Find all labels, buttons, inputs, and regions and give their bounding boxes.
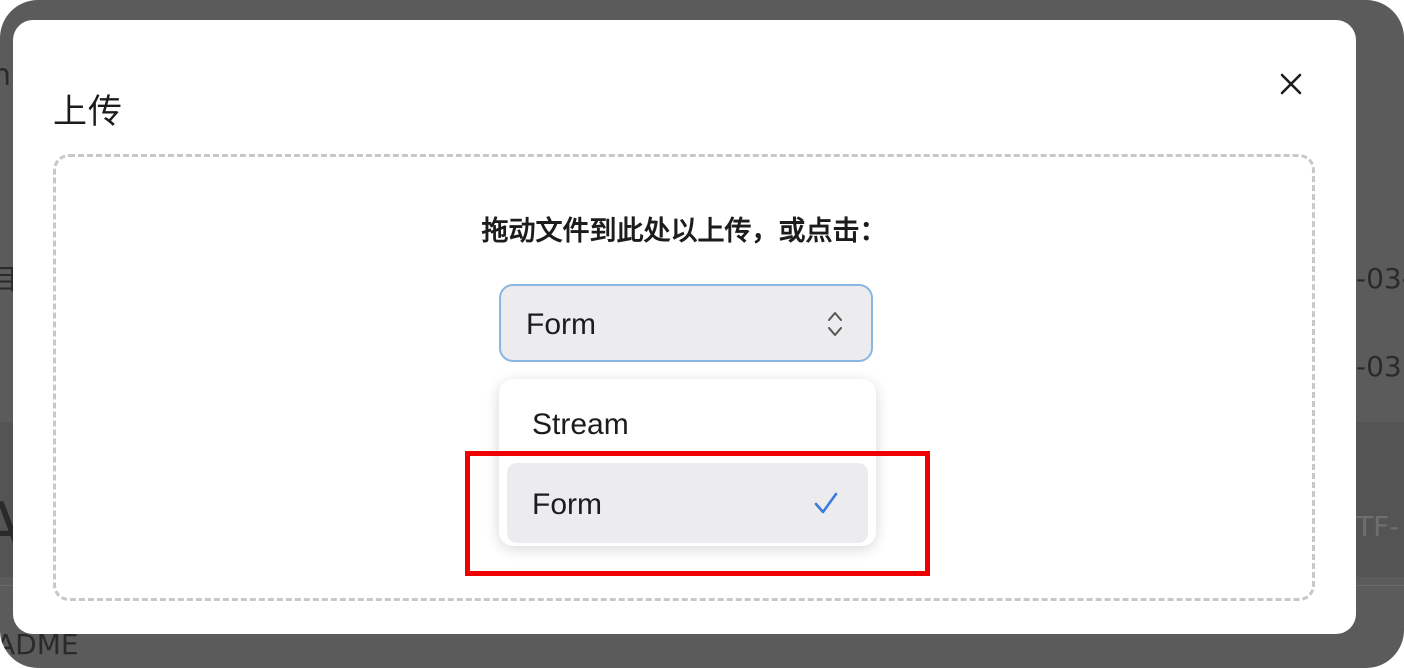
- background-text: TF-: [1356, 510, 1400, 543]
- close-button[interactable]: [1275, 68, 1307, 100]
- select-value: Form: [526, 308, 596, 341]
- screen: n 目 -03- -03 A TF- ADME 上传 拖动文件到此处以上传，或点…: [0, 0, 1404, 668]
- background-text: -03-: [1356, 262, 1404, 295]
- chevron-up-down-icon: [828, 312, 842, 336]
- background-text: n: [0, 58, 12, 93]
- option-label: Stream: [532, 408, 629, 441]
- close-icon: [1280, 73, 1302, 95]
- upload-mode-select[interactable]: Form: [499, 284, 873, 362]
- dropzone-label: 拖动文件到此处以上传，或点击：: [481, 216, 887, 247]
- dialog-title: 上传: [53, 92, 123, 132]
- background-text: -03: [1356, 350, 1402, 383]
- highlight-annotation: [465, 451, 930, 576]
